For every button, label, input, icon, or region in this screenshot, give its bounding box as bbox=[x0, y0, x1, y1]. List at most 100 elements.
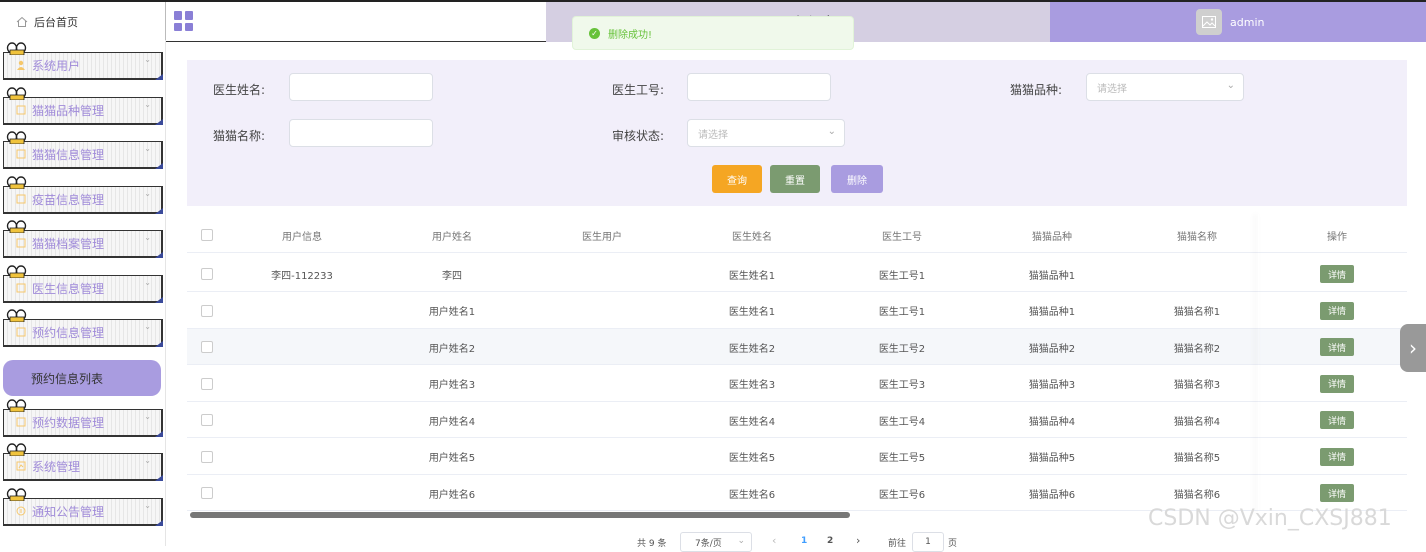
table-cell bbox=[227, 402, 377, 438]
table-cell bbox=[227, 366, 377, 402]
audit-label: 审核状态: bbox=[612, 129, 665, 143]
sidebar-item-card[interactable]: 预约信息管理 ⌄ bbox=[3, 319, 163, 347]
audit-placeholder: 请选择 bbox=[698, 129, 728, 141]
sidebar-item-card[interactable]: 猫猫品种管理 ⌄ bbox=[3, 97, 163, 125]
clip-icon bbox=[6, 220, 27, 233]
search-panel: 医生姓名: 医生工号: 猫猫品种: 请选择 ⌄ 猫猫名称: 审核状态: 请选择 … bbox=[187, 60, 1407, 206]
table-cell: 李四-112233 bbox=[271, 270, 333, 282]
user-name: admin bbox=[1230, 15, 1265, 29]
table-row[interactable]: 用户姓名4 医生姓名4 医生工号4 猫猫品种4 猫猫名称4 详情 bbox=[187, 402, 1407, 438]
watermark: CSDN @Vxin_CXSJ881 bbox=[1148, 506, 1392, 531]
chevron-down-icon: ⌄ bbox=[144, 144, 151, 153]
table-cell: 医生工号2 bbox=[878, 343, 926, 355]
table-row[interactable]: 用户姓名2 医生姓名2 医生工号2 猫猫品种2 猫猫名称2 详情 bbox=[187, 329, 1407, 365]
table-cell bbox=[1127, 256, 1267, 292]
sidebar-item[interactable]: 猫猫品种管理 ⌄ bbox=[0, 87, 166, 125]
select-all-checkbox[interactable] bbox=[201, 229, 213, 241]
column-header: 用户信息 bbox=[282, 231, 322, 243]
table-row[interactable]: 用户姓名1 医生姓名1 医生工号1 猫猫品种1 猫猫名称1 详情 bbox=[187, 293, 1407, 329]
table-cell: 医生姓名4 bbox=[728, 416, 776, 428]
home-link[interactable]: 后台首页 bbox=[0, 2, 166, 42]
row-checkbox[interactable] bbox=[201, 304, 213, 317]
horizontal-scrollbar[interactable] bbox=[190, 512, 850, 518]
sidebar-item[interactable]: 系统用户 ⌄ bbox=[0, 42, 166, 80]
sidebar-item-card[interactable]: 预约数据管理 ⌄ bbox=[3, 409, 163, 437]
goto-prefix: 前往 bbox=[888, 539, 907, 549]
delete-button[interactable]: 删除 bbox=[831, 165, 883, 193]
sidebar-item[interactable]: 医生信息管理 ⌄ bbox=[0, 265, 166, 303]
doctor-no-input[interactable] bbox=[687, 73, 831, 101]
detail-button[interactable]: 详情 bbox=[1320, 447, 1354, 466]
sidebar-item-card[interactable]: 系统用户 ⌄ bbox=[3, 52, 163, 80]
sidebar-item[interactable]: 预约信息管理 ⌄ bbox=[0, 309, 166, 347]
sidebar-item[interactable]: 猫猫档案管理 ⌄ bbox=[0, 220, 166, 258]
next-page-icon[interactable]: › bbox=[856, 534, 860, 547]
chevron-down-icon: ⌄ bbox=[144, 501, 151, 510]
table-row[interactable]: 用户姓名5 医生姓名5 医生工号5 猫猫品种5 猫猫名称5 详情 bbox=[187, 439, 1407, 475]
fixed-column-divider bbox=[1258, 214, 1259, 514]
fold-corner bbox=[155, 252, 163, 258]
pagination-total: 共 9 条 bbox=[637, 539, 667, 549]
detail-button[interactable]: 详情 bbox=[1320, 484, 1354, 502]
table-row[interactable]: 用户姓名3 医生姓名3 医生工号3 猫猫品种3 猫猫名称3 详情 bbox=[187, 366, 1407, 402]
sidebar-item-label: 通知公告管理 bbox=[32, 505, 105, 519]
goto-suffix: 页 bbox=[948, 539, 958, 549]
sidebar-item[interactable]: 疫苗信息管理 ⌄ bbox=[0, 176, 166, 214]
cat-breed-select[interactable]: 请选择 ⌄ bbox=[1086, 73, 1244, 101]
sidebar-item[interactable]: 通知公告管理 ⌄ bbox=[0, 488, 166, 526]
doctor-name-input[interactable] bbox=[289, 73, 433, 101]
detail-button[interactable]: 详情 bbox=[1320, 411, 1354, 429]
chevron-right-icon[interactable]: › bbox=[1400, 324, 1426, 372]
cat-name-input[interactable] bbox=[289, 119, 433, 147]
table-cell bbox=[227, 475, 377, 511]
row-checkbox[interactable] bbox=[201, 487, 213, 499]
row-checkbox[interactable] bbox=[201, 450, 213, 463]
fold-corner bbox=[155, 431, 163, 437]
menu-grid-icon[interactable] bbox=[174, 11, 194, 31]
page-size-value: 7条/页 bbox=[695, 538, 722, 549]
reset-button[interactable]: 重置 bbox=[770, 165, 820, 193]
goto-page-input[interactable]: 1 bbox=[912, 532, 944, 552]
prev-page-icon[interactable]: ‹ bbox=[772, 534, 776, 547]
detail-button[interactable]: 详情 bbox=[1320, 338, 1354, 356]
audit-select[interactable]: 请选择 ⌄ bbox=[687, 119, 845, 147]
table-cell bbox=[527, 366, 677, 402]
table-cell: 猫猫品种2 bbox=[1028, 343, 1076, 355]
top-white-area bbox=[166, 2, 546, 42]
clip-icon bbox=[6, 488, 27, 501]
detail-button[interactable]: 详情 bbox=[1320, 374, 1354, 393]
column-header: 猫猫品种 bbox=[1032, 231, 1072, 243]
page-2[interactable]: 2 bbox=[827, 536, 833, 546]
fold-corner bbox=[155, 475, 163, 481]
chevron-down-icon: ⌄ bbox=[144, 189, 151, 198]
column-header: 医生姓名 bbox=[732, 231, 772, 243]
detail-button[interactable]: 详情 bbox=[1320, 265, 1354, 283]
sidebar-item-card[interactable]: 系统管理 ⌄ bbox=[3, 453, 163, 481]
home-label: 后台首页 bbox=[34, 15, 78, 29]
table-row[interactable]: 李四-112233 李四 医生姓名1 医生工号1 猫猫品种1 详情 bbox=[187, 256, 1407, 292]
row-checkbox[interactable] bbox=[201, 377, 213, 390]
query-button[interactable]: 查询 bbox=[712, 165, 762, 193]
fold-corner bbox=[155, 297, 163, 303]
sidebar-subitem-appointment-list[interactable]: 预约信息列表 bbox=[3, 360, 161, 396]
sidebar-item[interactable]: 猫猫信息管理 ⌄ bbox=[0, 131, 166, 169]
sidebar-item[interactable]: 预约数据管理 ⌄ bbox=[0, 399, 166, 437]
detail-button[interactable]: 详情 bbox=[1320, 301, 1354, 320]
sidebar-item-card[interactable]: 通知公告管理 ⌄ bbox=[3, 498, 163, 526]
sidebar-item-card[interactable]: 猫猫信息管理 ⌄ bbox=[3, 141, 163, 169]
page-1[interactable]: 1 bbox=[801, 536, 807, 546]
sidebar-item[interactable]: 系统管理 ⌄ bbox=[0, 443, 166, 481]
avatar[interactable] bbox=[1196, 9, 1222, 35]
sidebar-item-card[interactable]: 猫猫档案管理 ⌄ bbox=[3, 230, 163, 258]
table-cell bbox=[527, 402, 677, 438]
chevron-down-icon: ⌄ bbox=[737, 536, 745, 546]
row-checkbox[interactable] bbox=[201, 414, 213, 426]
doc-icon bbox=[16, 193, 32, 207]
table-cell: 医生姓名3 bbox=[728, 380, 776, 391]
row-checkbox[interactable] bbox=[201, 341, 213, 353]
sidebar-item-card[interactable]: 医生信息管理 ⌄ bbox=[3, 275, 163, 303]
sidebar-item-card[interactable]: 疫苗信息管理 ⌄ bbox=[3, 186, 163, 214]
row-checkbox[interactable] bbox=[201, 268, 213, 280]
user-bar[interactable]: admin bbox=[1050, 2, 1426, 42]
page-size-select[interactable]: 7条/页 ⌄ bbox=[680, 532, 752, 552]
